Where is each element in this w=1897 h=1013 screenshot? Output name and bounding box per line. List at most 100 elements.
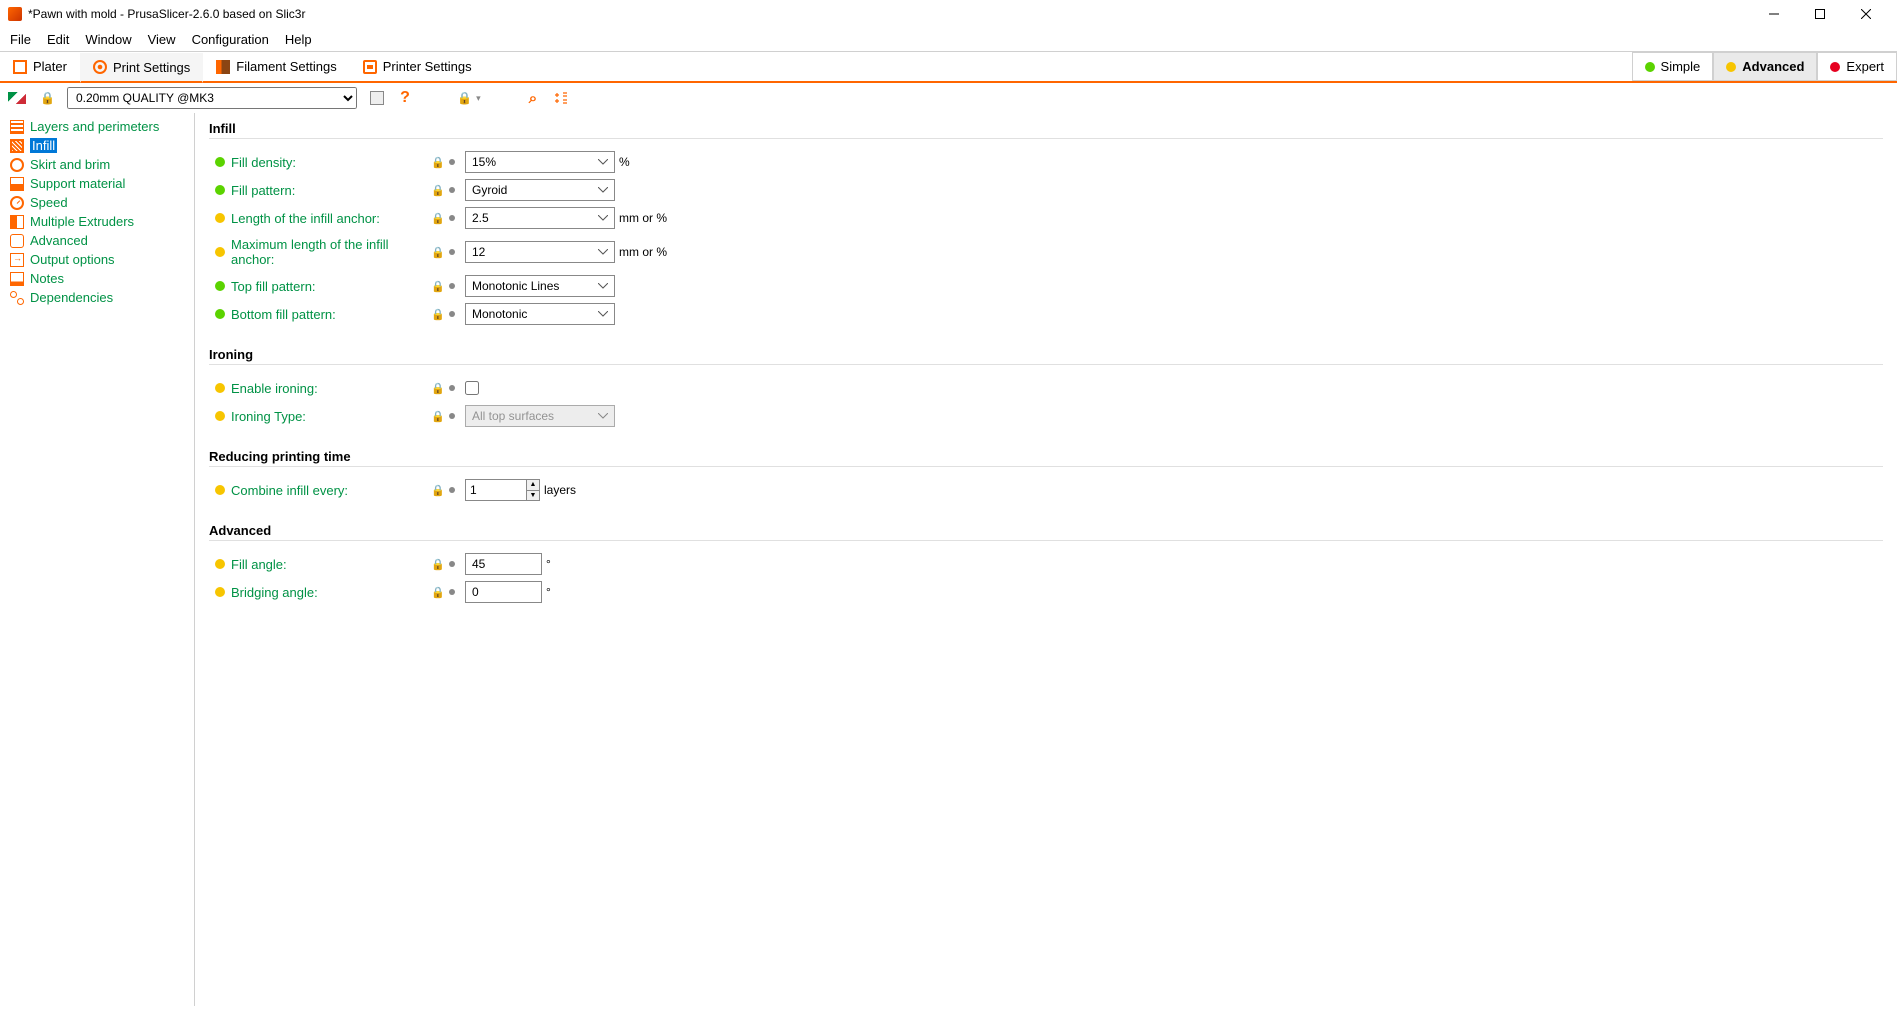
- lock-icon[interactable]: 🔒: [431, 184, 443, 197]
- param-top-fill: Top fill pattern: 🔒 Monotonic Lines: [209, 273, 1883, 299]
- reset-dot-icon[interactable]: [449, 215, 455, 221]
- menu-window[interactable]: Window: [85, 32, 131, 47]
- collapse-button[interactable]: [553, 90, 569, 106]
- mode-simple[interactable]: Simple: [1632, 52, 1714, 81]
- support-icon: [10, 177, 24, 191]
- filament-icon: [216, 60, 230, 74]
- spin-up-button[interactable]: ▲: [527, 480, 539, 491]
- combine-infill-input[interactable]: [465, 479, 527, 501]
- level-dot-icon: [215, 213, 225, 223]
- plater-icon: [13, 60, 27, 74]
- speed-icon: [10, 196, 24, 210]
- reset-dot-icon[interactable]: [449, 249, 455, 255]
- tab-printer-settings[interactable]: Printer Settings: [350, 52, 485, 81]
- sidebar-item-infill[interactable]: Infill: [0, 136, 194, 155]
- mode-advanced[interactable]: Advanced: [1713, 52, 1817, 81]
- lock-icon: 🔒: [457, 91, 472, 105]
- notes-icon: [10, 272, 24, 286]
- reset-dot-icon[interactable]: [449, 385, 455, 391]
- lock-icon[interactable]: 🔒: [431, 246, 443, 259]
- deps-icon: [10, 291, 24, 305]
- menu-bar: File Edit Window View Configuration Help: [0, 28, 1897, 51]
- lock-icon[interactable]: 🔒: [431, 586, 443, 599]
- menu-file[interactable]: File: [10, 32, 31, 47]
- tab-plater[interactable]: Plater: [0, 52, 80, 81]
- lock-icon[interactable]: 🔒: [431, 280, 443, 293]
- layers-icon: [10, 120, 24, 134]
- reset-dot-icon[interactable]: [449, 589, 455, 595]
- enable-ironing-checkbox[interactable]: [465, 381, 479, 395]
- bottom-fill-select[interactable]: Monotonic: [465, 303, 615, 325]
- tab-print-settings[interactable]: Print Settings: [80, 53, 203, 83]
- search-button[interactable]: ⌕: [525, 90, 541, 106]
- top-fill-select[interactable]: Monotonic Lines: [465, 275, 615, 297]
- close-button[interactable]: [1843, 0, 1889, 28]
- lock-icon[interactable]: 🔒: [431, 212, 443, 225]
- advanced-icon: [10, 234, 24, 248]
- param-bottom-fill: Bottom fill pattern: 🔒 Monotonic: [209, 301, 1883, 327]
- preset-toolbar: 🔒 0.20mm QUALITY @MK3 ? 🔒▾ ⌕: [0, 83, 1897, 113]
- ironing-type-select: All top surfaces: [465, 405, 615, 427]
- lock-icon[interactable]: 🔒: [431, 558, 443, 571]
- save-preset-button[interactable]: [369, 90, 385, 106]
- sidebar-item-notes[interactable]: Notes: [0, 269, 194, 288]
- maximize-button[interactable]: [1797, 0, 1843, 28]
- sidebar-item-support[interactable]: Support material: [0, 174, 194, 193]
- window-title: *Pawn with mold - PrusaSlicer-2.6.0 base…: [28, 7, 1751, 21]
- reset-dot-icon[interactable]: [449, 413, 455, 419]
- settings-sidebar: Layers and perimeters Infill Skirt and b…: [0, 113, 195, 1006]
- tab-filament-settings[interactable]: Filament Settings: [203, 52, 349, 81]
- sidebar-item-dependencies[interactable]: Dependencies: [0, 288, 194, 307]
- sidebar-item-skirt[interactable]: Skirt and brim: [0, 155, 194, 174]
- menu-edit[interactable]: Edit: [47, 32, 69, 47]
- sidebar-item-layers[interactable]: Layers and perimeters: [0, 117, 194, 136]
- param-anchor-length: Length of the infill anchor: 🔒 mm or %: [209, 205, 1883, 231]
- spin-down-button[interactable]: ▼: [527, 491, 539, 501]
- red-dot-icon: [1830, 62, 1840, 72]
- bridging-angle-input[interactable]: [465, 581, 542, 603]
- reset-dot-icon[interactable]: [449, 159, 455, 165]
- combine-infill-spinner: ▲ ▼: [465, 479, 540, 501]
- level-dot-icon: [215, 383, 225, 393]
- reset-dot-icon[interactable]: [449, 487, 455, 493]
- fill-density-input[interactable]: [465, 151, 615, 173]
- section-advanced: Advanced Fill angle: 🔒 ° Bridging angle:…: [209, 523, 1883, 605]
- section-title-ironing: Ironing: [209, 347, 1883, 365]
- minimize-button[interactable]: [1751, 0, 1797, 28]
- reset-dot-icon[interactable]: [449, 283, 455, 289]
- extruders-icon: [10, 215, 24, 229]
- mode-expert[interactable]: Expert: [1817, 52, 1897, 81]
- fill-pattern-select[interactable]: Gyroid: [465, 179, 615, 201]
- sidebar-item-output[interactable]: Output options: [0, 250, 194, 269]
- lock-icon[interactable]: 🔒: [431, 382, 443, 395]
- reset-dot-icon[interactable]: [449, 561, 455, 567]
- section-ironing: Ironing Enable ironing: 🔒 Ironing Type: …: [209, 347, 1883, 429]
- fill-angle-input[interactable]: [465, 553, 542, 575]
- lock-icon[interactable]: 🔒: [431, 308, 443, 321]
- lock-dropdown-button[interactable]: 🔒▾: [461, 90, 477, 106]
- sidebar-item-extruders[interactable]: Multiple Extruders: [0, 212, 194, 231]
- level-dot-icon: [215, 559, 225, 569]
- level-dot-icon: [215, 309, 225, 319]
- printer-icon: [363, 60, 377, 74]
- level-dot-icon: [215, 247, 225, 257]
- menu-configuration[interactable]: Configuration: [192, 32, 269, 47]
- anchor-length-input[interactable]: [465, 207, 615, 229]
- help-button[interactable]: ?: [397, 90, 413, 106]
- level-dot-icon: [215, 185, 225, 195]
- lock-icon[interactable]: 🔒: [431, 484, 443, 497]
- param-anchor-max: Maximum length of the infill anchor: 🔒 m…: [209, 239, 1883, 265]
- sidebar-item-advanced[interactable]: Advanced: [0, 231, 194, 250]
- lock-icon[interactable]: 🔒: [431, 156, 443, 169]
- sidebar-item-speed[interactable]: Speed: [0, 193, 194, 212]
- reset-dot-icon[interactable]: [449, 187, 455, 193]
- reset-dot-icon[interactable]: [449, 311, 455, 317]
- preset-select[interactable]: 0.20mm QUALITY @MK3: [67, 87, 357, 109]
- param-fill-pattern: Fill pattern: 🔒 Gyroid: [209, 177, 1883, 203]
- menu-help[interactable]: Help: [285, 32, 312, 47]
- menu-view[interactable]: View: [148, 32, 176, 47]
- anchor-max-input[interactable]: [465, 241, 615, 263]
- lock-icon[interactable]: 🔒: [431, 410, 443, 423]
- param-bridging-angle: Bridging angle: 🔒 °: [209, 579, 1883, 605]
- settings-content: Infill Fill density: 🔒 % Fill pattern: 🔒…: [195, 113, 1897, 1006]
